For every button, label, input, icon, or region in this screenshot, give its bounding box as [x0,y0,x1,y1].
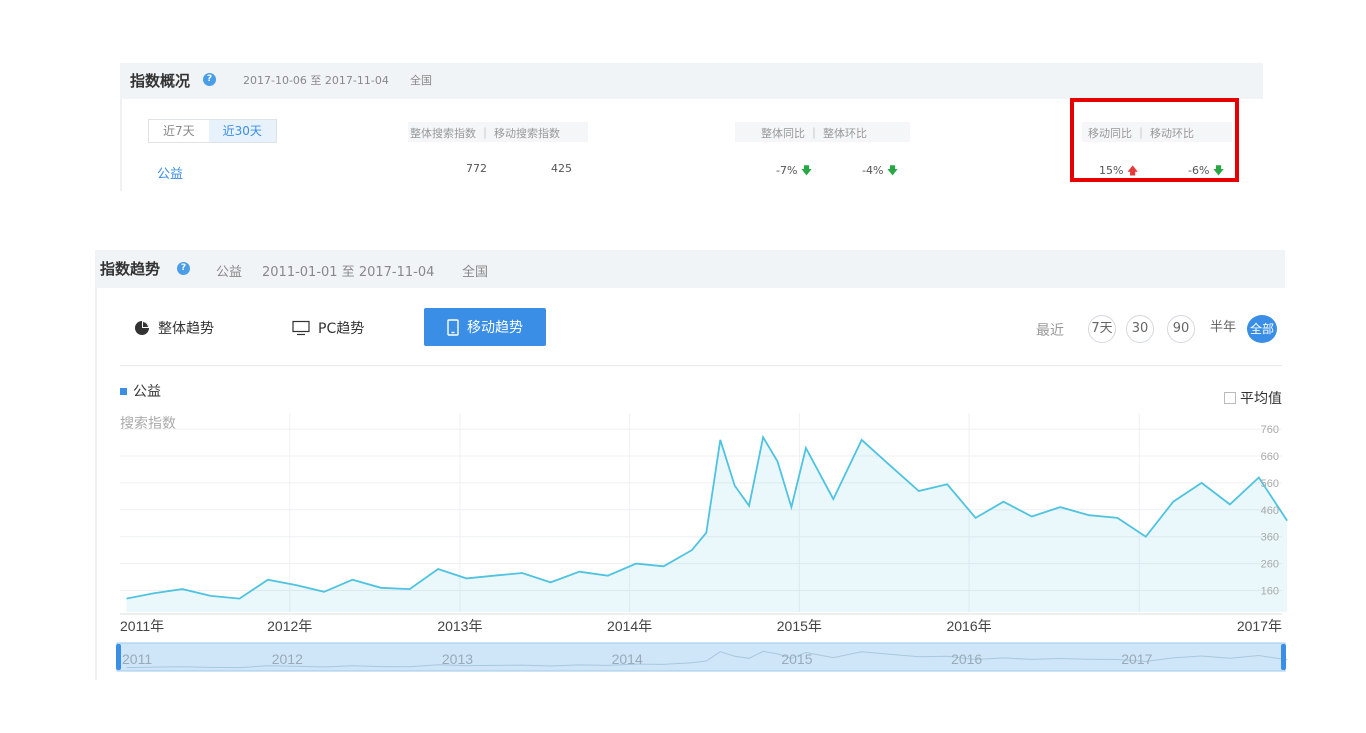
navigator-tick-label: 2015 [781,651,812,667]
y-tick-label: 760 [1261,424,1279,436]
navigator-tick-label: 2017 [1121,651,1152,667]
navigator-tick-label: 2014 [612,651,643,667]
x-tick-labels: 2011年 2012年 2013年 2014年 2015年 2016年 2017年 [120,618,1282,634]
trend-chart: 160260360460560660760 2011年 2012年 2013年 201… [116,413,1288,672]
navigator-handle-left [116,644,121,670]
date-navigator: 2011 2012 2013 2014 2015 2016 2017 [116,642,1288,672]
y-tick-label: 560 [1261,478,1279,490]
y-tick-label: 160 [1261,585,1279,597]
y-tick-label: 260 [1261,559,1279,571]
navigator-tick-label: 2011 [122,651,152,667]
x-tick-label: 2014年 [607,618,652,634]
navigator-tick-label: 2016 [951,651,982,667]
x-tick-label: 2012年 [267,618,312,634]
navigator-tick-label: 2013 [442,651,473,667]
navigator-tick-label: 2012 [272,651,303,667]
x-tick-label: 2016年 [946,618,991,634]
navigator-handle-right [1281,644,1286,670]
y-tick-label: 660 [1261,451,1279,463]
x-tick-label: 2015年 [777,618,822,634]
y-tick-label: 460 [1261,505,1279,517]
x-tick-label: 2011年 [120,618,164,634]
x-tick-label: 2017年 [1237,618,1282,634]
y-tick-label: 360 [1261,532,1279,544]
x-tick-label: 2013年 [437,618,482,634]
